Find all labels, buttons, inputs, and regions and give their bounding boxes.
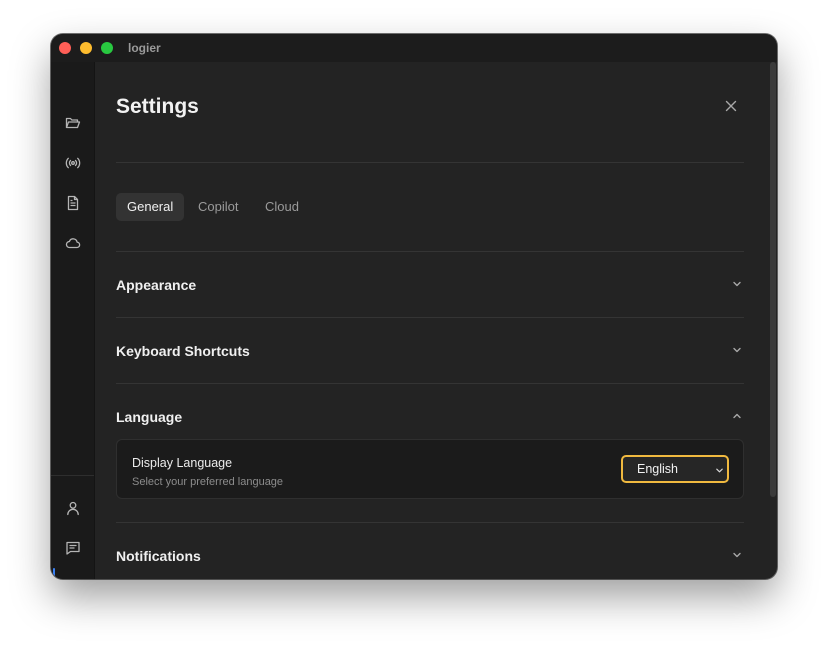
section-notifications[interactable]: Notifications [116, 548, 201, 564]
user-icon [66, 501, 79, 516]
settings-panel: Settings General Copilot Cloud Appearanc… [95, 62, 770, 579]
display-language-title: Display Language [132, 456, 233, 470]
sidebar-item-files[interactable] [51, 108, 94, 138]
message-icon [65, 541, 80, 555]
scrollbar-thumb[interactable] [770, 62, 776, 497]
document-icon [67, 195, 78, 211]
app-title: logier [128, 41, 161, 55]
zoom-window-button[interactable] [101, 42, 113, 54]
close-icon [725, 100, 737, 112]
sidebar-item-account[interactable] [51, 493, 94, 523]
language-select[interactable]: English [621, 455, 729, 483]
broadcast-icon [65, 157, 80, 169]
page-title: Settings [116, 95, 199, 118]
chevron-up-icon[interactable] [731, 410, 743, 422]
tab-copilot[interactable]: Copilot [187, 193, 249, 221]
sidebar-item-cloud[interactable] [51, 228, 94, 258]
chevron-down-icon[interactable] [731, 549, 743, 561]
sidebar-item-feedback[interactable] [51, 533, 94, 563]
section-keyboard-shortcuts[interactable]: Keyboard Shortcuts [116, 343, 250, 359]
folder-open-icon [65, 117, 80, 129]
section-divider [116, 251, 744, 252]
close-settings-button[interactable] [723, 98, 739, 114]
section-divider [116, 383, 744, 384]
chevron-down-icon[interactable] [731, 278, 743, 290]
section-divider [116, 522, 744, 523]
language-select-value: English [637, 462, 678, 476]
minimize-window-button[interactable] [80, 42, 92, 54]
section-divider [116, 317, 744, 318]
title-bar: logier [51, 34, 777, 62]
sidebar-divider [51, 475, 94, 476]
chevron-down-icon[interactable] [731, 344, 743, 356]
sidebar [51, 62, 95, 579]
display-language-row: Display Language Select your preferred l… [116, 439, 744, 499]
cloud-icon [65, 238, 80, 249]
section-language[interactable]: Language [116, 409, 182, 425]
tab-cloud[interactable]: Cloud [254, 193, 310, 221]
display-language-description: Select your preferred language [132, 476, 284, 488]
sidebar-item-documents[interactable] [51, 188, 94, 218]
app-window: logier Settings General Copilot Cloud Ap… [51, 34, 777, 579]
title-divider [116, 162, 744, 163]
chevron-down-icon [716, 468, 723, 473]
close-window-button[interactable] [59, 42, 71, 54]
tab-general[interactable]: General [116, 193, 185, 221]
section-appearance[interactable]: Appearance [116, 277, 196, 293]
sidebar-item-broadcast[interactable] [51, 148, 94, 178]
active-indicator [53, 568, 55, 579]
sidebar-item-settings[interactable] [51, 572, 94, 579]
